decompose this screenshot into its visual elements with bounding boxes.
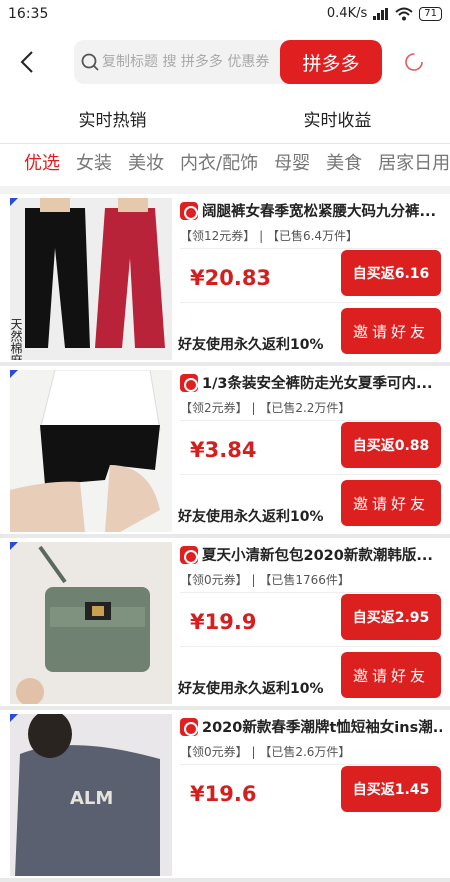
pinduoduo-logo-icon bbox=[180, 545, 198, 564]
pinduoduo-logo-icon bbox=[180, 201, 198, 220]
divider bbox=[180, 302, 442, 303]
product-price: ¥20.83 bbox=[190, 266, 272, 290]
corner-mark bbox=[10, 542, 18, 550]
product-image-text: 天然棉麻 bbox=[10, 318, 23, 360]
corner-mark bbox=[10, 714, 18, 722]
product-title-text: 阔腿裤女春季宽松紧腰大码九分裤... bbox=[202, 204, 437, 220]
category-underwear[interactable]: 内衣/配饰 bbox=[180, 146, 258, 186]
invite-friend-button[interactable]: 邀请好友 bbox=[341, 480, 441, 526]
coupon-label: 【领2元券】 bbox=[180, 401, 248, 415]
friend-rebate-text: 好友使用永久返利10% bbox=[178, 509, 324, 525]
search-input[interactable] bbox=[102, 54, 284, 70]
refresh-icon[interactable] bbox=[404, 52, 424, 72]
product-meta: 【领0元券】 | 【已售2.6万件】 bbox=[180, 743, 442, 765]
self-buy-rebate-button[interactable]: 自买返2.95 bbox=[341, 594, 441, 640]
pinduoduo-search-button[interactable]: 拼多多 bbox=[280, 40, 382, 84]
invite-friend-button[interactable]: 邀请好友 bbox=[341, 652, 441, 698]
category-home[interactable]: 居家日用 bbox=[378, 146, 450, 186]
pinduoduo-logo-icon bbox=[180, 373, 198, 392]
product-price: ¥3.84 bbox=[190, 438, 257, 462]
invite-friend-button[interactable]: 邀请好友 bbox=[341, 308, 441, 354]
network-speed: 0.4K/s bbox=[326, 6, 368, 21]
signal-icon bbox=[373, 7, 389, 20]
product-image[interactable]: 天然棉麻 bbox=[10, 198, 172, 360]
corner-mark bbox=[10, 370, 18, 378]
battery-icon: 71 bbox=[419, 6, 442, 21]
product-image[interactable] bbox=[10, 542, 172, 704]
self-buy-rebate-button[interactable]: 自买返1.45 bbox=[341, 766, 441, 812]
sold-label: 【已售1766件】 bbox=[259, 573, 350, 587]
product-image[interactable] bbox=[10, 370, 172, 532]
product-info: 1/3条装安全裤防走光女夏季可内... 【领2元券】 | 【已售2.2万件】 bbox=[180, 372, 442, 421]
category-baby[interactable]: 母婴 bbox=[274, 146, 310, 186]
sold-label: 【已售2.2万件】 bbox=[259, 401, 351, 415]
status-right: 0.4K/s 71 bbox=[327, 6, 442, 21]
product-image[interactable]: ALM bbox=[10, 714, 172, 876]
category-youxuan[interactable]: 优选 bbox=[24, 146, 60, 186]
status-bar: 16:35 0.4K/s 71 bbox=[0, 0, 450, 30]
product-title-text: 夏天小清新包包2020新款潮韩版... bbox=[202, 548, 433, 564]
category-bar: 优选 女装 美妆 内衣/配饰 母婴 美食 居家日用 bbox=[0, 146, 450, 186]
product-info: 阔腿裤女春季宽松紧腰大码九分裤... 【领12元券】 | 【已售6.4万件】 bbox=[180, 200, 442, 249]
product-title: 夏天小清新包包2020新款潮韩版... bbox=[180, 544, 442, 565]
product-price: ¥19.6 bbox=[190, 782, 257, 806]
top-tabs: 实时热销 实时收益 bbox=[0, 100, 450, 144]
tab-realtime-hot[interactable]: 实时热销 bbox=[0, 100, 225, 143]
product-list: 天然棉麻 阔腿裤女春季宽松紧腰大码九分裤... 【领12元券】 | 【已售6.4… bbox=[0, 194, 450, 882]
product-card[interactable]: 1/3条装安全裤防走光女夏季可内... 【领2元券】 | 【已售2.2万件】 ¥… bbox=[0, 366, 450, 538]
search-header: 拼多多 bbox=[0, 38, 450, 88]
status-time: 16:35 bbox=[8, 6, 49, 22]
product-title-text: 2020新款春季潮牌t恤短袖女ins潮... bbox=[202, 720, 442, 736]
sold-label: 【已售2.6万件】 bbox=[259, 745, 351, 759]
product-card[interactable]: 夏天小清新包包2020新款潮韩版... 【领0元券】 | 【已售1766件】 ¥… bbox=[0, 538, 450, 710]
product-price: ¥19.9 bbox=[190, 610, 257, 634]
sold-label: 【已售6.4万件】 bbox=[266, 229, 359, 243]
coupon-label: 【领0元券】 bbox=[180, 745, 248, 759]
product-title: 2020新款春季潮牌t恤短袖女ins潮... bbox=[180, 716, 442, 737]
coupon-label: 【领12元券】 bbox=[180, 229, 256, 243]
search-icon bbox=[81, 53, 99, 71]
section-divider bbox=[0, 186, 450, 194]
category-food[interactable]: 美食 bbox=[326, 146, 362, 186]
product-title: 1/3条装安全裤防走光女夏季可内... bbox=[180, 372, 442, 393]
product-title: 阔腿裤女春季宽松紧腰大码九分裤... bbox=[180, 200, 442, 221]
friend-rebate-text: 好友使用永久返利10% bbox=[178, 337, 324, 353]
divider bbox=[180, 646, 442, 647]
product-image-text: ALM bbox=[70, 788, 113, 809]
product-meta: 【领2元券】 | 【已售2.2万件】 bbox=[180, 399, 442, 421]
self-buy-rebate-button[interactable]: 自买返6.16 bbox=[341, 250, 441, 296]
product-card[interactable]: ALM 2020新款春季潮牌t恤短袖女ins潮... 【领0元券】 | 【已售2… bbox=[0, 710, 450, 882]
product-info: 2020新款春季潮牌t恤短袖女ins潮... 【领0元券】 | 【已售2.6万件… bbox=[180, 716, 442, 765]
product-meta: 【领0元券】 | 【已售1766件】 bbox=[180, 571, 442, 593]
self-buy-rebate-button[interactable]: 自买返0.88 bbox=[341, 422, 441, 468]
wifi-icon bbox=[395, 7, 413, 20]
tab-realtime-earnings[interactable]: 实时收益 bbox=[225, 100, 450, 143]
search-bar[interactable]: 拼多多 bbox=[74, 40, 382, 84]
divider bbox=[180, 474, 442, 475]
category-women[interactable]: 女装 bbox=[76, 146, 112, 186]
coupon-label: 【领0元券】 bbox=[180, 573, 248, 587]
corner-mark bbox=[10, 198, 18, 206]
pinduoduo-logo-icon bbox=[180, 717, 198, 736]
product-title-text: 1/3条装安全裤防走光女夏季可内... bbox=[202, 376, 433, 392]
product-meta: 【领12元券】 | 【已售6.4万件】 bbox=[180, 227, 442, 249]
category-beauty[interactable]: 美妆 bbox=[128, 146, 164, 186]
product-card[interactable]: 天然棉麻 阔腿裤女春季宽松紧腰大码九分裤... 【领12元券】 | 【已售6.4… bbox=[0, 194, 450, 366]
friend-rebate-text: 好友使用永久返利10% bbox=[178, 681, 324, 697]
product-info: 夏天小清新包包2020新款潮韩版... 【领0元券】 | 【已售1766件】 bbox=[180, 544, 442, 593]
back-arrow-icon[interactable] bbox=[18, 50, 38, 74]
